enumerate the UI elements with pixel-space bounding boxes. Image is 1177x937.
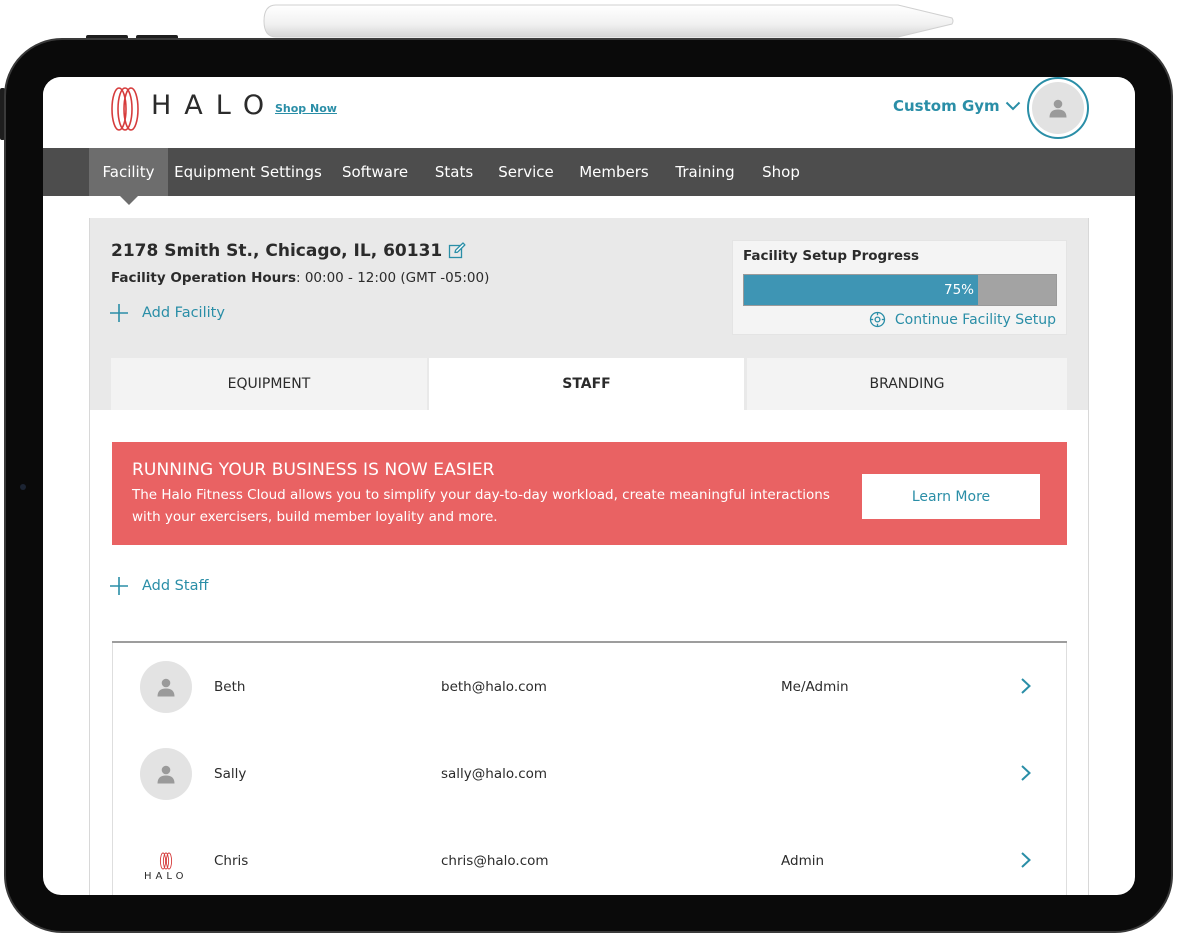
edit-icon[interactable] bbox=[448, 242, 466, 260]
staff-email: beth@halo.com bbox=[441, 679, 547, 695]
content-border-right bbox=[1088, 218, 1089, 895]
table-row[interactable]: HALO Chris chris@halo.com Admin bbox=[112, 817, 1067, 895]
setup-progress-card: Facility Setup Progress 75% Continue Fac… bbox=[732, 240, 1067, 335]
tab-equipment[interactable]: EQUIPMENT bbox=[111, 358, 427, 410]
setup-progress-percent: 75% bbox=[943, 282, 974, 298]
active-nav-caret bbox=[120, 196, 138, 205]
promo-banner-text: The Halo Fitness Cloud allows you to sim… bbox=[132, 487, 830, 525]
content-border-left bbox=[89, 218, 90, 895]
learn-more-button[interactable]: Learn More bbox=[862, 474, 1040, 519]
chevron-right-icon bbox=[1021, 678, 1031, 694]
add-facility-button[interactable]: Add Facility bbox=[109, 303, 225, 323]
app-header: HALO Shop Now Custom Gym bbox=[43, 77, 1135, 148]
app-screen: HALO Shop Now Custom Gym Facility Equipm… bbox=[43, 77, 1135, 895]
facility-hours-value: : 00:00 - 12:00 (GMT -05:00) bbox=[296, 270, 490, 286]
staff-email: chris@halo.com bbox=[441, 853, 549, 869]
facility-address: 2178 Smith St., Chicago, IL, 60131 bbox=[111, 241, 466, 261]
chevron-down-icon bbox=[1005, 101, 1020, 111]
nav-item-members[interactable]: Members bbox=[567, 148, 661, 196]
gym-name: Custom Gym bbox=[893, 97, 1000, 115]
continue-setup-link[interactable]: Continue Facility Setup bbox=[869, 311, 1056, 328]
chevron-right-icon bbox=[1021, 765, 1031, 781]
nav-item-service[interactable]: Service bbox=[487, 148, 565, 196]
facility-address-text: 2178 Smith St., Chicago, IL, 60131 bbox=[111, 241, 443, 261]
staff-role: Admin bbox=[781, 853, 825, 869]
person-icon bbox=[157, 765, 175, 784]
camera-dot bbox=[20, 484, 26, 490]
main-nav: Facility Equipment Settings Software Sta… bbox=[43, 148, 1135, 196]
shop-now-link[interactable]: Shop Now bbox=[275, 102, 337, 115]
nav-item-training[interactable]: Training bbox=[663, 148, 747, 196]
chevron-right-icon bbox=[1021, 852, 1031, 868]
facility-hours: Facility Operation Hours: 00:00 - 12:00 … bbox=[111, 270, 489, 286]
continue-setup-label: Continue Facility Setup bbox=[894, 311, 1056, 328]
setup-progress-title: Facility Setup Progress bbox=[743, 248, 920, 264]
add-facility-label: Add Facility bbox=[142, 305, 225, 321]
table-row[interactable]: Beth beth@halo.com Me/Admin bbox=[112, 643, 1067, 731]
nav-item-stats[interactable]: Stats bbox=[423, 148, 485, 196]
staff-email: sally@halo.com bbox=[441, 766, 548, 782]
setup-progress-bar: 75% bbox=[743, 274, 1057, 306]
nav-item-facility[interactable]: Facility bbox=[89, 148, 168, 196]
person-icon bbox=[157, 678, 175, 697]
staff-avatar-logo-text: HALO bbox=[144, 871, 188, 882]
add-staff-label: Add Staff bbox=[142, 578, 209, 594]
plus-icon bbox=[110, 304, 128, 322]
user-avatar-button[interactable] bbox=[1027, 77, 1089, 139]
stylus-pencil bbox=[263, 4, 954, 38]
facility-tabs: EQUIPMENT STAFF BRANDING bbox=[111, 358, 1067, 410]
avatar bbox=[1032, 82, 1084, 134]
tab-branding[interactable]: BRANDING bbox=[747, 358, 1067, 410]
tab-staff[interactable]: STAFF bbox=[429, 358, 744, 410]
setup-progress-fill: 75% bbox=[744, 275, 978, 305]
facility-hours-label: Facility Operation Hours bbox=[111, 270, 296, 286]
plus-icon bbox=[110, 577, 128, 595]
avatar bbox=[140, 661, 192, 713]
add-staff-button[interactable]: Add Staff bbox=[109, 576, 208, 596]
nav-item-shop[interactable]: Shop bbox=[749, 148, 813, 196]
staff-name: Chris bbox=[214, 853, 249, 869]
gym-selector[interactable]: Custom Gym bbox=[893, 97, 1021, 115]
staff-name: Beth bbox=[214, 679, 246, 695]
promo-banner-title: RUNNING YOUR BUSINESS IS NOW EASIER bbox=[132, 460, 495, 480]
avatar bbox=[140, 748, 192, 800]
person-icon bbox=[1049, 99, 1067, 118]
staff-role: Me/Admin bbox=[781, 679, 849, 695]
promo-banner: RUNNING YOUR BUSINESS IS NOW EASIER The … bbox=[112, 442, 1067, 545]
halo-logo-text: HALO bbox=[151, 90, 278, 121]
table-row[interactable]: Sally sally@halo.com bbox=[112, 730, 1067, 818]
halo-logo-icon bbox=[111, 87, 139, 131]
nav-item-software[interactable]: Software bbox=[329, 148, 421, 196]
settings-gear-icon bbox=[869, 311, 886, 328]
staff-name: Sally bbox=[214, 766, 247, 782]
nav-item-equipment-settings[interactable]: Equipment Settings bbox=[169, 148, 327, 196]
